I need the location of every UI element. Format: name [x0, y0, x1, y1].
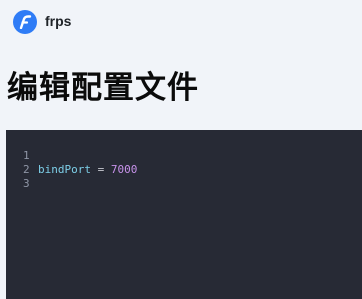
code-line[interactable]: 1 bindPort = 7000 — [6, 135, 137, 176]
app-header: frps — [0, 0, 362, 44]
logo-glyph — [19, 15, 32, 29]
page-title: 编辑配置文件 — [7, 70, 199, 106]
code-line[interactable]: 3 — [6, 163, 33, 190]
config-operator: = — [90, 163, 111, 176]
line-number: 3 — [23, 177, 30, 190]
code-content[interactable]: bindPort = 7000 — [38, 163, 137, 177]
config-code-editor[interactable]: 1 bindPort = 7000 2 3 — [6, 130, 362, 299]
frps-logo-icon[interactable] — [13, 10, 37, 34]
code-line[interactable]: 2 — [6, 149, 33, 176]
config-value: 7000 — [110, 163, 138, 176]
config-key: bindPort — [38, 163, 91, 176]
app-name: frps — [45, 13, 72, 29]
